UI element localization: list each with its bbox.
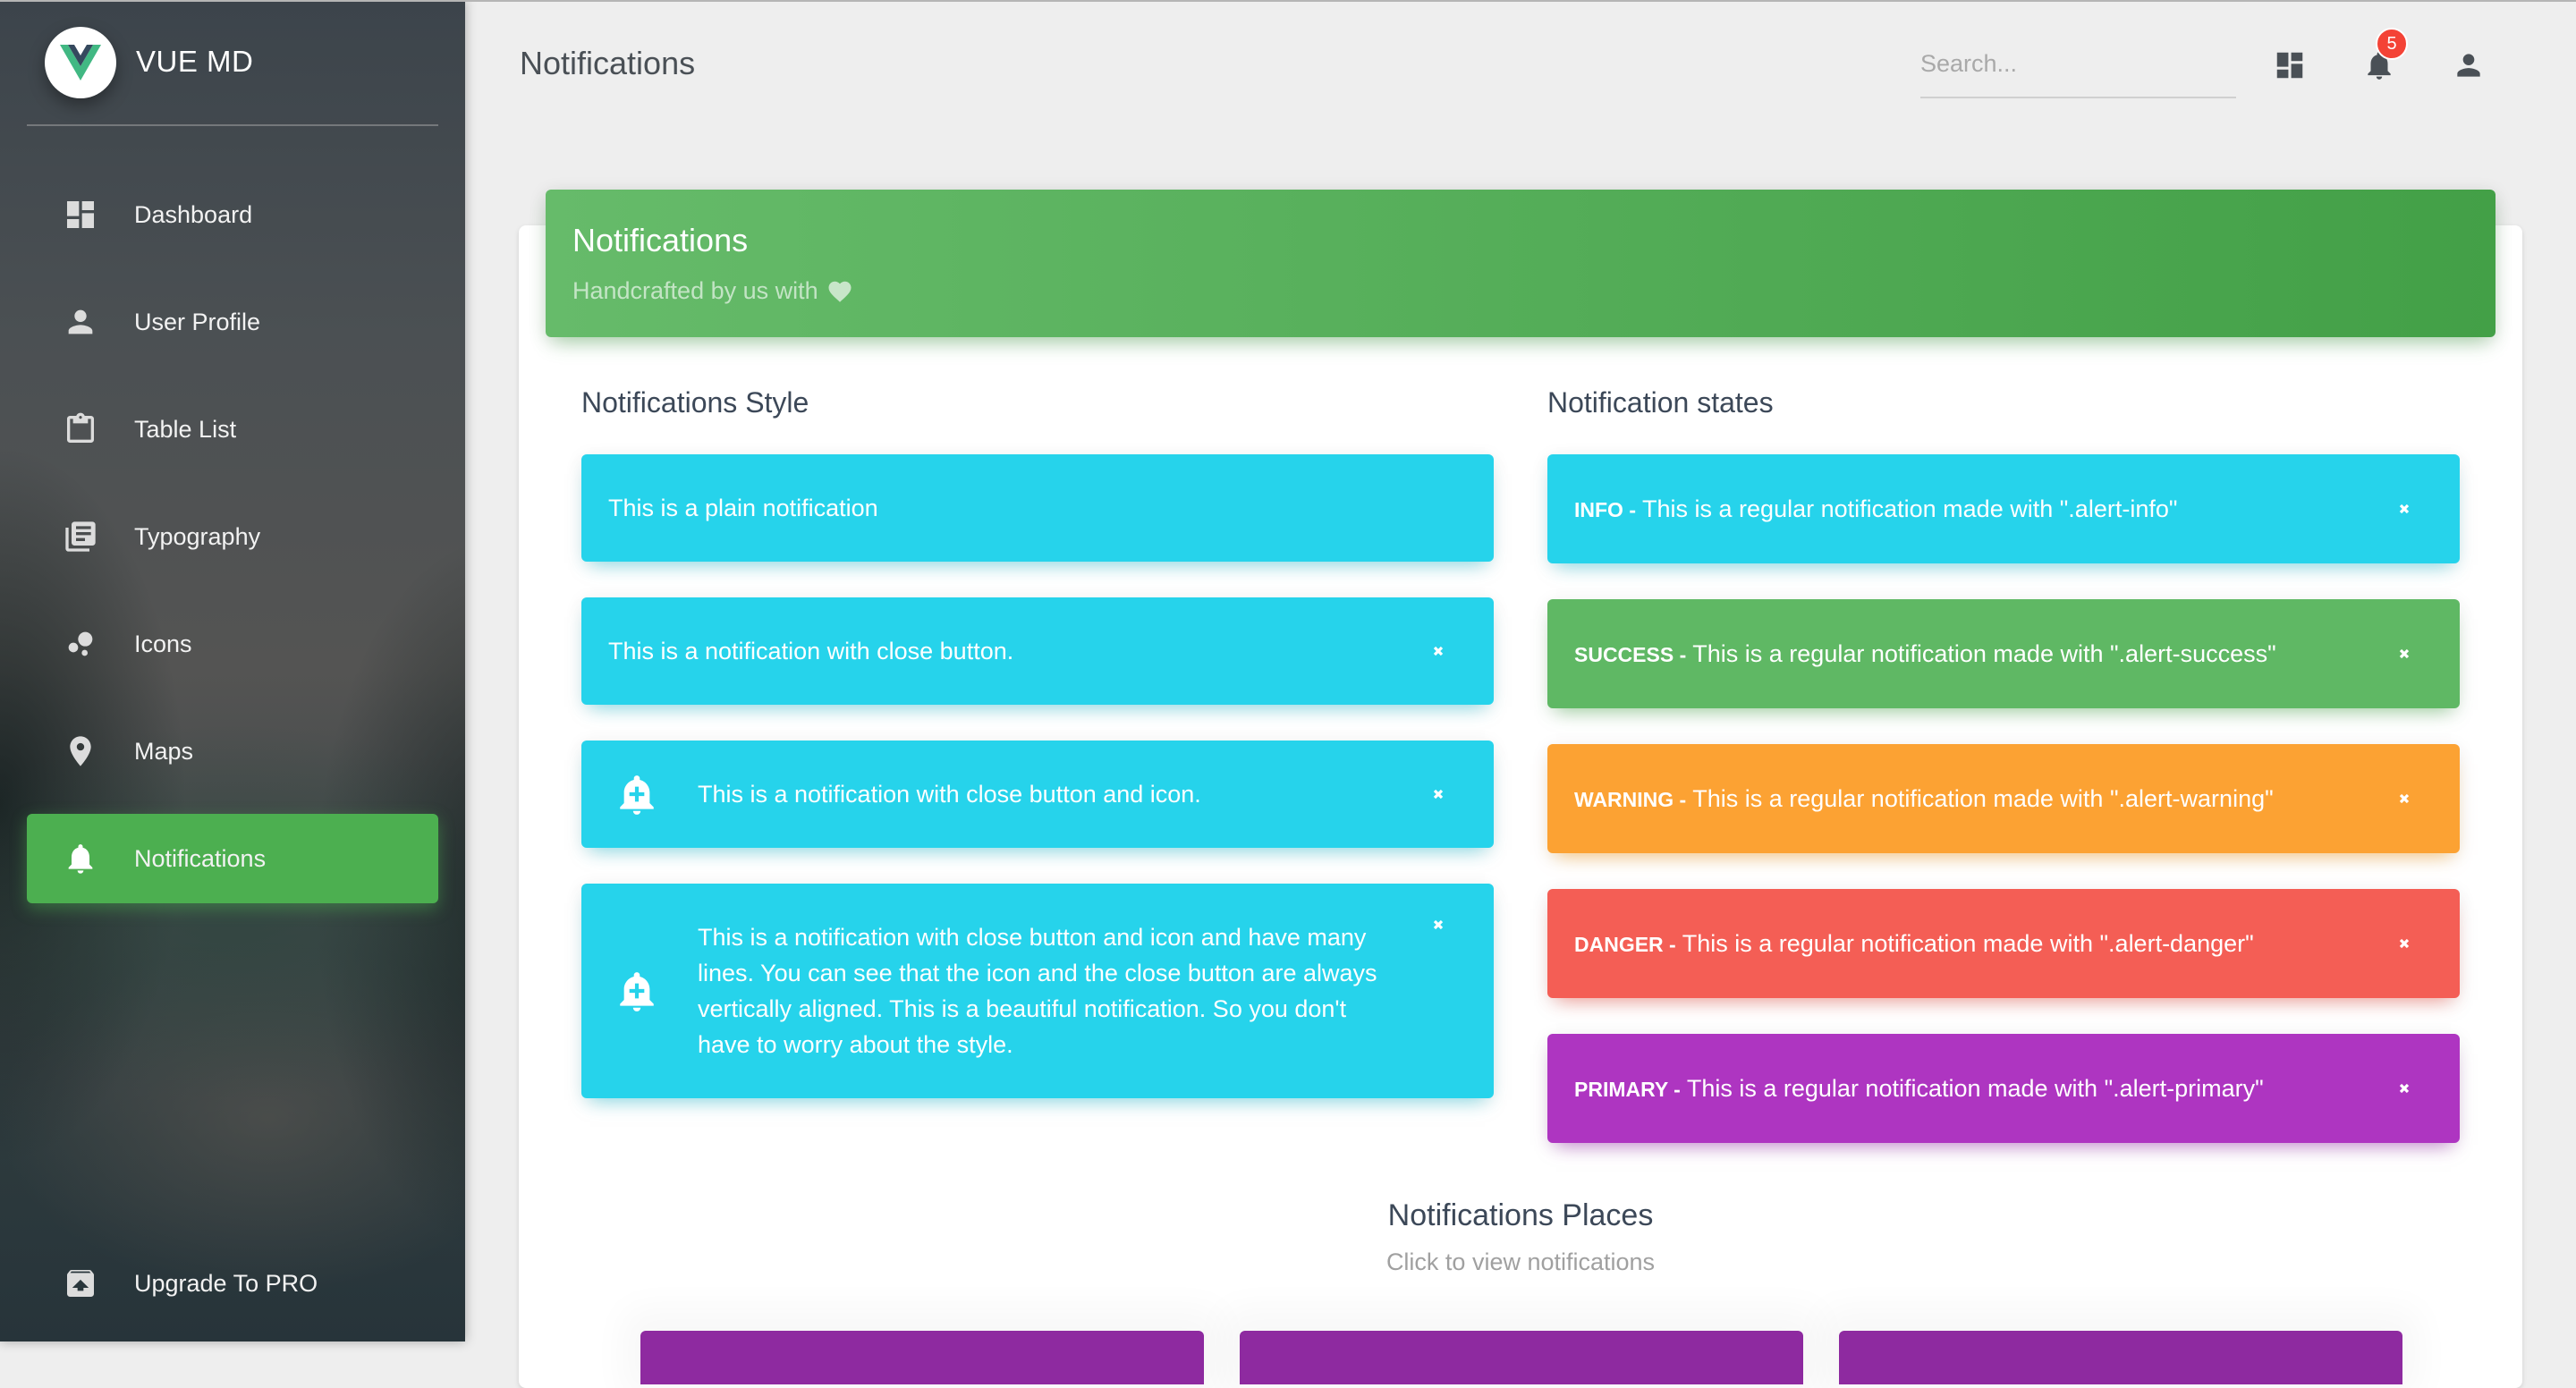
dashboard-icon (63, 197, 98, 233)
place-button-1[interactable] (640, 1331, 1204, 1384)
alert-text: This is a plain notification (608, 495, 878, 521)
alert-label: PRIMARY - (1574, 1077, 1681, 1101)
logo[interactable] (45, 27, 116, 98)
alert-message: This is a regular notification made with… (1680, 1074, 2264, 1102)
multiline-notification: This is a notification with close button… (581, 884, 1494, 1098)
bell-icon (63, 841, 98, 876)
place-button-3[interactable] (1839, 1331, 2402, 1384)
search-input[interactable] (1920, 45, 2236, 78)
clipboard-icon (63, 411, 98, 447)
sidebar-item-label: Icons (134, 630, 192, 657)
notification-with-close-and-icon: This is a notification with close button… (581, 741, 1494, 848)
close-icon[interactable] (2394, 1078, 2415, 1099)
alert-text: This is a notification with close button… (698, 924, 1377, 1058)
sidebar-item-label: Notifications (134, 844, 267, 872)
person-icon[interactable] (2452, 48, 2486, 82)
alert-label: DANGER - (1574, 932, 1676, 956)
sidebar-item-user-profile[interactable]: User Profile (27, 277, 438, 367)
close-icon[interactable] (1428, 783, 1449, 805)
search-field[interactable] (1920, 45, 2236, 98)
alert-text: SUCCESS - This is a regular notification… (1547, 636, 2276, 673)
card-header: Notifications Handcrafted by us with (546, 190, 2496, 337)
notifications-places-subtitle: Click to view notifications (1385, 1248, 1656, 1275)
vue-logo-icon (60, 45, 101, 80)
sidebar-item-dashboard[interactable]: Dashboard (27, 170, 438, 259)
card-subtitle: Handcrafted by us with (572, 277, 854, 305)
add-alert-icon (614, 968, 660, 1014)
brand-name[interactable]: VUE MD (136, 45, 253, 79)
notifications-style-title: Notifications Style (581, 386, 809, 419)
alert-success: SUCCESS - This is a regular notification… (1547, 599, 2460, 708)
sidebar-divider (27, 124, 438, 126)
alert-text: DANGER - This is a regular notification … (1547, 926, 2254, 962)
sidebar-item-notifications[interactable]: Notifications (27, 814, 438, 903)
bubble-chart-icon (63, 626, 98, 662)
library-books-icon (63, 519, 98, 554)
alert-text: INFO - This is a regular notification ma… (1547, 491, 2177, 528)
dashboard-icon[interactable] (2273, 48, 2307, 82)
window-top-border (0, 0, 2576, 2)
location-pin-icon (63, 733, 98, 769)
sidebar-item-label: User Profile (134, 308, 261, 335)
place-button-2[interactable] (1240, 1331, 1803, 1384)
alert-info: INFO - This is a regular notification ma… (1547, 454, 2460, 563)
close-icon[interactable] (2394, 498, 2415, 520)
alert-warning: WARNING - This is a regular notification… (1547, 744, 2460, 853)
card-title: Notifications (572, 222, 749, 258)
alert-message: This is a regular notification made with… (1675, 929, 2254, 957)
sidebar-item-label: Maps (134, 737, 194, 765)
unarchive-icon (63, 1265, 98, 1301)
sidebar-item-label: Typography (134, 522, 261, 550)
sidebar-item-table-list[interactable]: Table List (27, 385, 438, 474)
sidebar-item-label: Dashboard (134, 200, 253, 228)
sidebar-item-typography[interactable]: Typography (27, 492, 438, 581)
alert-label: WARNING - (1574, 787, 1687, 811)
alert-message: This is a regular notification made with… (1636, 495, 2178, 522)
plain-notification: This is a plain notification (581, 454, 1494, 562)
sidebar-item-icons[interactable]: Icons (27, 599, 438, 689)
close-icon[interactable] (2394, 788, 2415, 809)
sidebar-item-label: Upgrade To PRO (134, 1269, 318, 1297)
close-icon[interactable] (1428, 914, 1449, 935)
close-icon[interactable] (2394, 933, 2415, 954)
alert-danger: DANGER - This is a regular notification … (1547, 889, 2460, 998)
alert-text: WARNING - This is a regular notification… (1547, 781, 2274, 817)
alert-label: SUCCESS - (1574, 642, 1687, 666)
alert-message: This is a regular notification made with… (1686, 639, 2276, 667)
card-subtitle-text: Handcrafted by us with (572, 277, 818, 304)
alert-text: PRIMARY - This is a regular notification… (1547, 1071, 2264, 1107)
alert-primary: PRIMARY - This is a regular notification… (1547, 1034, 2460, 1143)
close-icon[interactable] (1428, 640, 1449, 662)
page-title: Notifications (520, 45, 696, 81)
sidebar-item-maps[interactable]: Maps (27, 707, 438, 796)
notification-count-badge: 5 (2376, 28, 2408, 60)
notification-states-title: Notification states (1547, 386, 1774, 419)
sidebar-item-upgrade[interactable]: Upgrade To PRO (27, 1239, 438, 1328)
alert-text: This is a notification with close button… (608, 638, 1014, 664)
alert-message: This is a regular notification made with… (1686, 784, 2274, 812)
sidebar: VUE MD Dashboard User Profile Table List… (0, 0, 465, 1341)
notifications-places-title: Notifications Places (1387, 1198, 1654, 1232)
sidebar-item-label: Table List (134, 415, 237, 443)
alert-text: This is a notification with close button… (698, 781, 1201, 808)
add-alert-icon (614, 771, 660, 817)
person-icon (63, 304, 98, 340)
notification-with-close: This is a notification with close button… (581, 597, 1494, 705)
alert-label: INFO - (1574, 497, 1636, 521)
close-icon[interactable] (2394, 643, 2415, 664)
heart-icon (828, 281, 852, 302)
